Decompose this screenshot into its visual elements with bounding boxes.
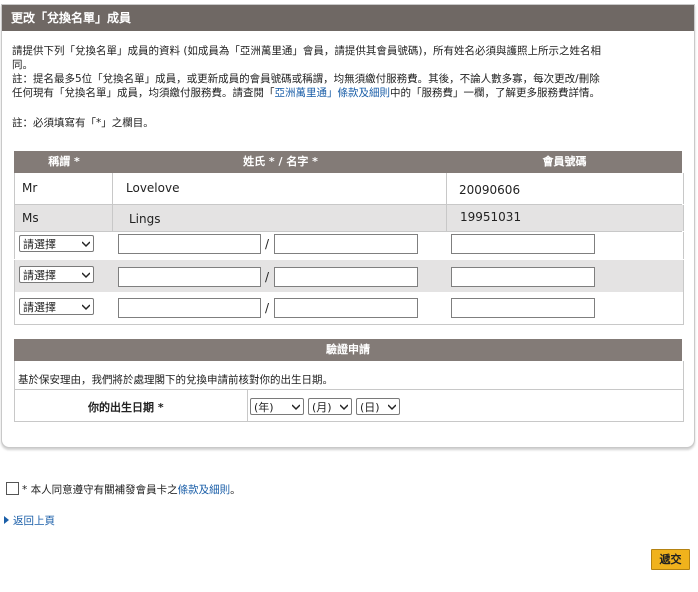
- select-value: (年): [254, 401, 274, 414]
- header-title: 稱謂 *: [48, 155, 80, 168]
- dob-month-select[interactable]: (月): [308, 398, 352, 415]
- row-name: Lovelove: [126, 181, 180, 195]
- name-separator: /: [265, 301, 270, 315]
- verify-text: 基於保安理由，我們將於處理閣下的兌換申請前核對你的出生日期。: [18, 374, 333, 386]
- dob-day-select[interactable]: (日): [356, 398, 400, 415]
- member-no-input[interactable]: [451, 298, 595, 318]
- card-terms-link[interactable]: 條款及細則: [178, 484, 231, 496]
- row-name: Lings: [129, 212, 161, 226]
- select-value: 請選擇: [23, 238, 56, 251]
- surname-input[interactable]: [118, 298, 261, 318]
- intro-line: 註：提名最多5位「兌換名單」成員，或更新成員的會員號碼或稱謂，均無須繳付服務費。…: [12, 73, 600, 85]
- agree-row: * 本人同意遵守有關補發會員卡之條款及細則。: [6, 482, 241, 497]
- member-no-input[interactable]: [451, 267, 595, 287]
- row-title: Ms: [22, 211, 39, 225]
- intro-line: 同。: [12, 59, 33, 71]
- panel-title: 更改「兌換名單」成員: [11, 11, 132, 25]
- given-name-input[interactable]: [274, 234, 418, 254]
- agree-suffix: 。: [230, 484, 241, 496]
- intro-text: 請提供下列「兌換名單」成員的資料 (如成員為「亞洲萬里通」會員，請提供其會員號碼…: [12, 44, 684, 100]
- table-header: 稱謂 * 姓氏 * / 名字 * 會員號碼: [14, 151, 682, 173]
- chevron-down-icon: [340, 404, 348, 411]
- member-no-input[interactable]: [451, 234, 595, 254]
- surname-input[interactable]: [118, 234, 261, 254]
- row-member-no: 20090606: [459, 183, 521, 197]
- title-select[interactable]: 請選擇: [19, 266, 94, 283]
- dob-label: 你的出生日期 *: [88, 401, 164, 414]
- dob-year-select[interactable]: (年): [250, 398, 304, 415]
- select-value: (日): [360, 401, 380, 414]
- back-label: 返回上頁: [13, 515, 55, 527]
- required-note: 註：必須填寫有「*」之欄目。: [12, 117, 154, 129]
- title-select[interactable]: 請選擇: [19, 298, 94, 315]
- header-name: 姓氏 * / 名字 *: [243, 155, 318, 168]
- chevron-down-icon: [82, 241, 90, 248]
- panel-header: 更改「兌換名單」成員: [2, 5, 694, 31]
- name-separator: /: [265, 270, 270, 284]
- back-link[interactable]: 返回上頁: [4, 513, 55, 528]
- select-value: 請選擇: [23, 269, 56, 282]
- select-value: 請選擇: [23, 301, 56, 314]
- surname-input[interactable]: [118, 267, 261, 287]
- verify-header: 驗證申請: [14, 339, 682, 361]
- row-title: Mr: [22, 181, 38, 195]
- header-member-no: 會員號碼: [542, 155, 587, 168]
- chevron-down-icon: [292, 404, 300, 411]
- agree-checkbox[interactable]: [6, 482, 19, 495]
- intro-line-part: 任何現有「兌換名單」成員，均須繳付服務費。請查閱「: [12, 87, 275, 99]
- intro-line: 請提供下列「兌換名單」成員的資料 (如成員為「亞洲萬里通」會員，請提供其會員號碼…: [12, 45, 602, 57]
- terms-link[interactable]: 亞洲萬里通」條款及細則: [275, 87, 391, 99]
- submit-button[interactable]: 遞交: [651, 549, 690, 570]
- arrow-right-icon: [4, 516, 9, 524]
- select-value: (月): [312, 401, 332, 414]
- given-name-input[interactable]: [274, 267, 418, 287]
- table-row: Mr Lovelove 20090606: [14, 173, 684, 204]
- agree-text: * 本人同意遵守有關補發會員卡之: [22, 484, 178, 496]
- name-separator: /: [265, 237, 270, 251]
- chevron-down-icon: [82, 272, 90, 279]
- title-select[interactable]: 請選擇: [19, 235, 94, 252]
- given-name-input[interactable]: [274, 298, 418, 318]
- intro-line-part: 中的「服務費」一欄，了解更多服務費詳情。: [390, 87, 600, 99]
- chevron-down-icon: [82, 304, 90, 311]
- chevron-down-icon: [388, 404, 396, 411]
- row-member-no: 19951031: [460, 210, 522, 224]
- intro-line: 任何現有「兌換名單」成員，均須繳付服務費。請查閱「亞洲萬里通」條款及細則中的「服…: [12, 86, 684, 100]
- table-row: Ms Lings 19951031: [14, 205, 684, 231]
